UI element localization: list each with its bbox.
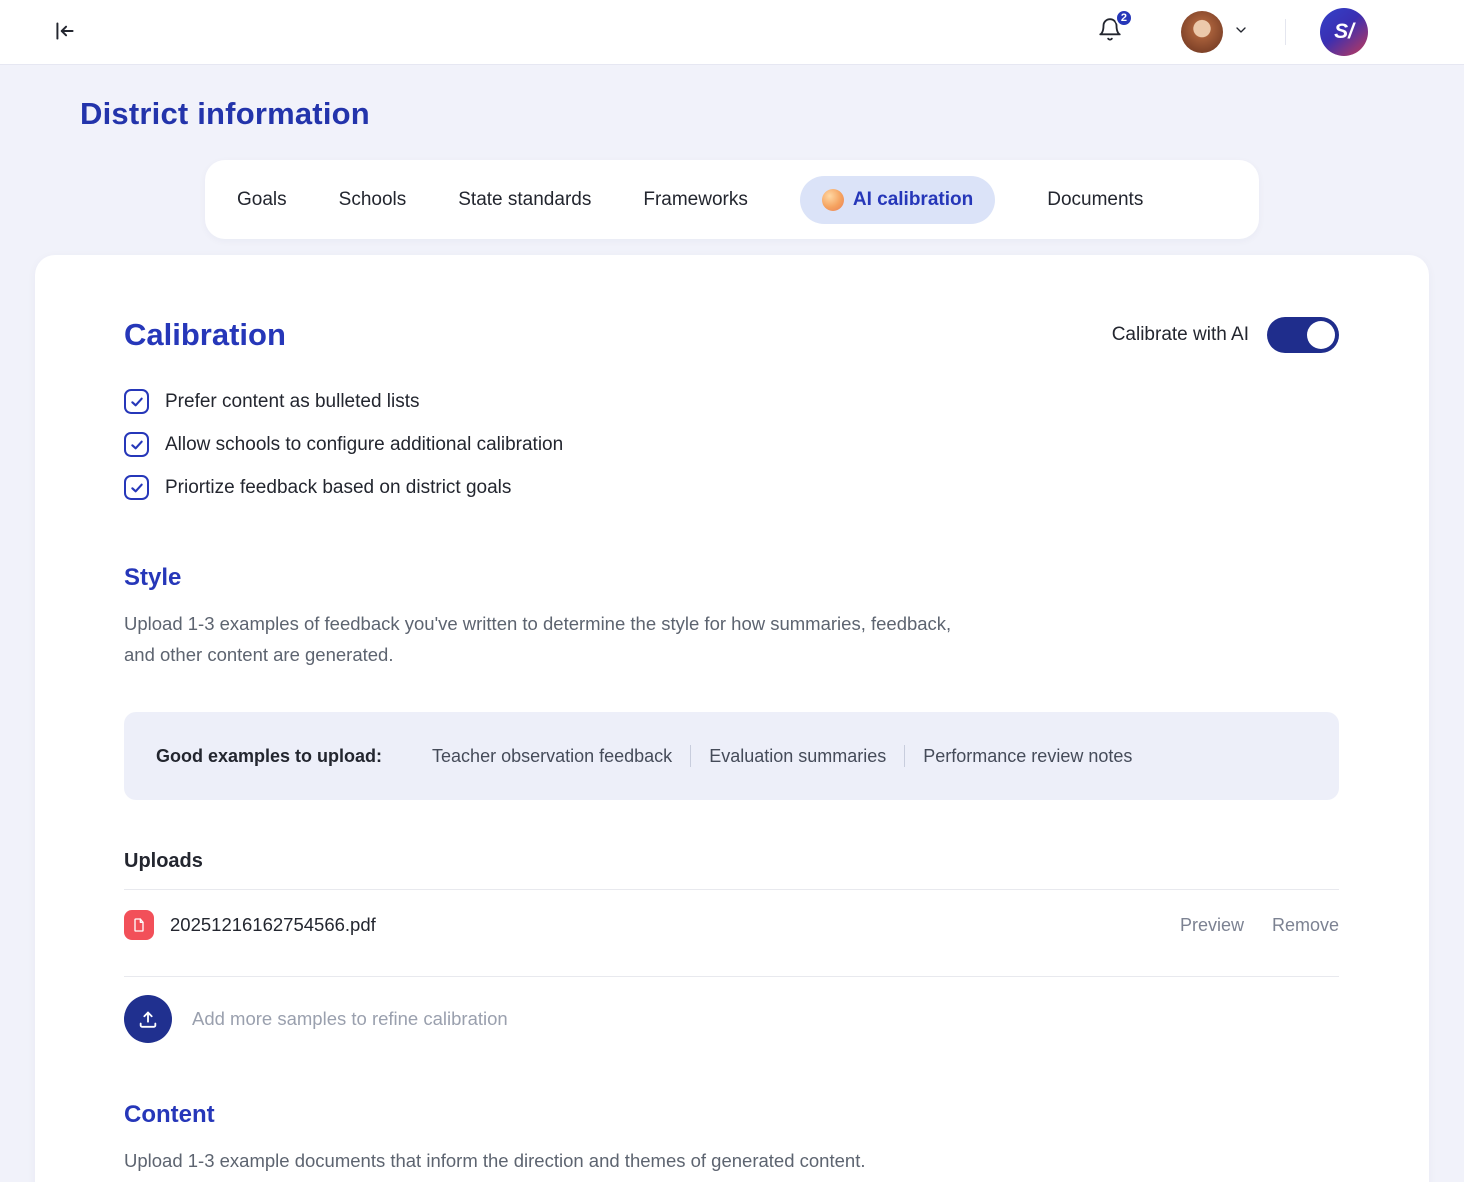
pdf-file-icon: [124, 910, 154, 940]
content-heading: Content: [124, 1101, 1339, 1129]
example-item: Performance review notes: [923, 746, 1132, 767]
checkbox-checked-icon: [124, 432, 149, 457]
notifications-button[interactable]: 2: [1097, 17, 1123, 48]
tab-goals[interactable]: Goals: [237, 189, 287, 211]
checkbox-label: Priortize feedback based on district goa…: [165, 477, 511, 499]
content-description: Upload 1-3 example documents that inform…: [124, 1145, 954, 1176]
preview-button[interactable]: Preview: [1180, 915, 1244, 936]
tab-ai-calibration[interactable]: AI calibration: [800, 176, 995, 224]
add-more-samples-label: Add more samples to refine calibration: [192, 1008, 508, 1030]
collapse-sidebar-button[interactable]: [52, 18, 78, 47]
checkbox-bulleted-lists[interactable]: Prefer content as bulleted lists: [124, 389, 1339, 414]
uploads-heading: Uploads: [124, 850, 1339, 873]
style-description: Upload 1-3 examples of feedback you've w…: [124, 608, 954, 670]
tab-bar: Goals Schools State standards Frameworks…: [205, 160, 1259, 239]
ai-orb-icon: [822, 189, 844, 211]
calibrate-with-ai-toggle[interactable]: [1267, 317, 1339, 353]
example-separator: [904, 745, 905, 767]
user-menu-button[interactable]: [1181, 11, 1249, 53]
tab-state-standards[interactable]: State standards: [458, 189, 591, 211]
calibration-card: Calibration Calibrate with AI Prefer con…: [35, 255, 1429, 1182]
checkbox-prioritize-feedback[interactable]: Priortize feedback based on district goa…: [124, 475, 1339, 500]
tab-documents[interactable]: Documents: [1047, 189, 1143, 211]
tab-ai-calibration-label: AI calibration: [853, 189, 973, 211]
checkbox-label: Prefer content as bulleted lists: [165, 391, 420, 413]
example-item: Teacher observation feedback: [432, 746, 672, 767]
example-item: Evaluation summaries: [709, 746, 886, 767]
checkbox-checked-icon: [124, 475, 149, 500]
divider: [124, 976, 1339, 977]
collapse-left-icon: [52, 18, 78, 47]
file-name: 20251216162754566.pdf: [170, 914, 376, 936]
district-information-page: District information Goals Schools State…: [0, 96, 1464, 1182]
chevron-down-icon: [1233, 22, 1249, 43]
uploaded-file-row: 20251216162754566.pdf Preview Remove: [124, 890, 1339, 960]
calibration-heading: Calibration: [124, 317, 286, 353]
notification-badge: 2: [1115, 9, 1133, 27]
style-heading: Style: [124, 564, 1339, 592]
checkbox-checked-icon: [124, 389, 149, 414]
topbar: 2 S/: [0, 0, 1464, 64]
toggle-knob: [1307, 321, 1335, 349]
calibration-options: Prefer content as bulleted lists Allow s…: [124, 389, 1339, 500]
tab-schools[interactable]: Schools: [339, 189, 407, 211]
example-separator: [690, 745, 691, 767]
checkbox-label: Allow schools to configure additional ca…: [165, 434, 563, 456]
app-logo[interactable]: S/: [1320, 8, 1368, 56]
topbar-divider: [1285, 19, 1286, 45]
app-logo-text: S/: [1334, 20, 1354, 44]
good-examples-strip: Good examples to upload: Teacher observa…: [124, 712, 1339, 800]
add-more-samples-button[interactable]: Add more samples to refine calibration: [124, 995, 1339, 1043]
calibrate-with-ai-label: Calibrate with AI: [1112, 324, 1249, 346]
page-title: District information: [80, 96, 1464, 132]
tab-frameworks[interactable]: Frameworks: [643, 189, 748, 211]
good-examples-label: Good examples to upload:: [156, 746, 382, 767]
upload-icon: [124, 995, 172, 1043]
checkbox-schools-additional-calibration[interactable]: Allow schools to configure additional ca…: [124, 432, 1339, 457]
avatar: [1181, 11, 1223, 53]
remove-button[interactable]: Remove: [1272, 915, 1339, 936]
